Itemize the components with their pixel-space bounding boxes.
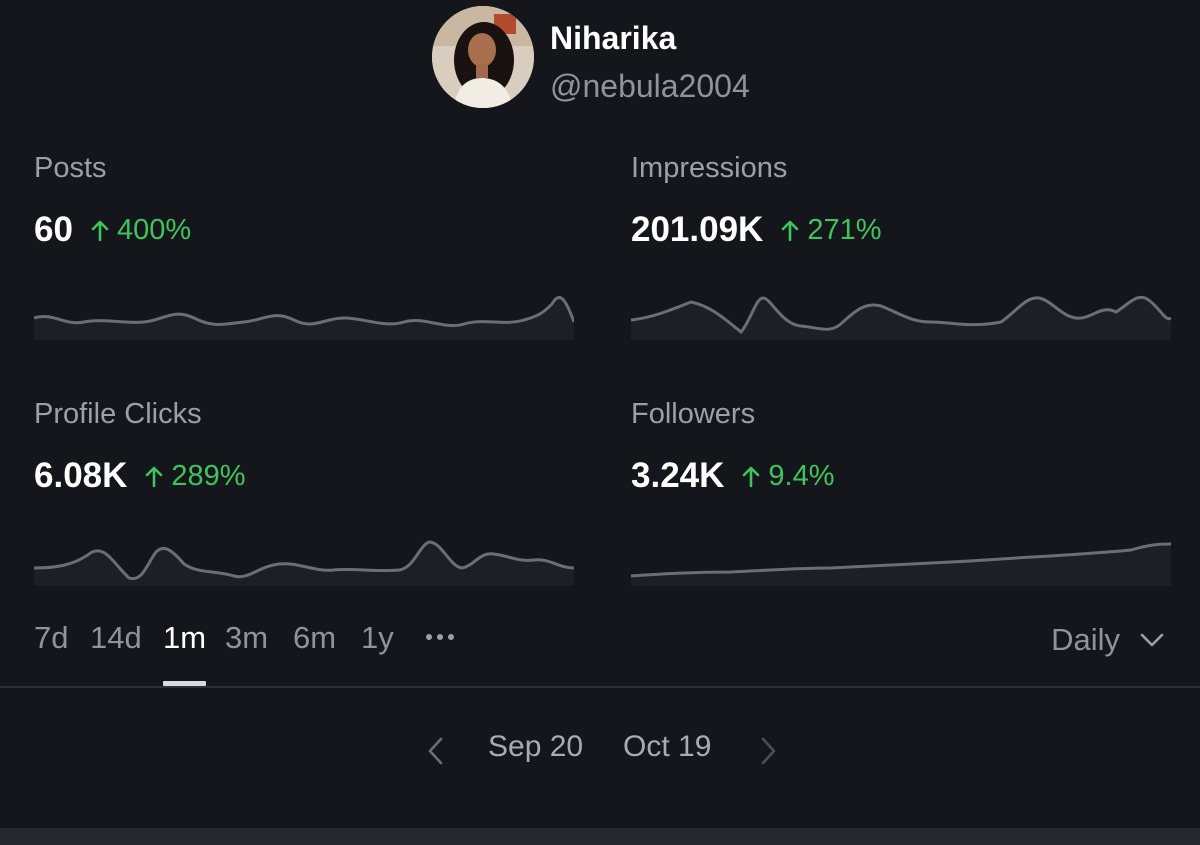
chevron-right-icon[interactable] bbox=[760, 736, 778, 766]
interval-label: Daily bbox=[1051, 622, 1120, 657]
bottom-bar bbox=[0, 828, 1200, 845]
metric-card-posts[interactable]: Posts 60 400% bbox=[34, 152, 579, 372]
more-horizontal-icon[interactable] bbox=[426, 634, 454, 640]
chevron-down-icon bbox=[1140, 633, 1164, 647]
tab-1m[interactable]: 1m bbox=[163, 620, 207, 686]
metric-change: 400% bbox=[91, 214, 191, 247]
metric-value: 6.08K bbox=[34, 456, 128, 495]
sparkline bbox=[34, 296, 574, 340]
metric-card-impressions[interactable]: Impressions 201.09K 271% bbox=[631, 152, 1176, 372]
divider bbox=[0, 686, 1200, 688]
tab-1y[interactable]: 1y bbox=[361, 620, 394, 686]
interval-select[interactable]: Daily bbox=[1051, 622, 1164, 658]
date-end: Oct 19 bbox=[623, 730, 712, 763]
chevron-left-icon[interactable] bbox=[426, 736, 444, 766]
arrow-up-icon bbox=[146, 466, 163, 487]
date-range-nav: Sep 20 Oct 19 bbox=[0, 730, 1200, 770]
tab-3m[interactable]: 3m bbox=[225, 620, 268, 686]
profile-name: Niharika bbox=[550, 20, 677, 56]
metric-value: 201.09K bbox=[631, 210, 764, 249]
sparkline bbox=[631, 295, 1171, 340]
metric-value: 60 bbox=[34, 210, 73, 249]
metric-label: Followers bbox=[631, 398, 756, 430]
metric-change: 271% bbox=[781, 214, 882, 247]
arrow-up-icon bbox=[782, 220, 799, 241]
arrow-up-icon bbox=[91, 220, 109, 241]
tab-14d[interactable]: 14d bbox=[90, 620, 142, 686]
metric-label: Profile Clicks bbox=[34, 398, 202, 430]
metric-label: Posts bbox=[34, 152, 107, 184]
date-start: Sep 20 bbox=[488, 730, 584, 763]
tab-6m[interactable]: 6m bbox=[293, 620, 336, 686]
metric-value: 3.24K bbox=[631, 456, 725, 495]
metric-card-followers[interactable]: Followers 3.24K 9.4% bbox=[631, 398, 1176, 618]
tab-7d[interactable]: 7d bbox=[34, 620, 68, 686]
profile-handle: @nebula2004 bbox=[550, 68, 750, 104]
analytics-screen: Niharika @nebula2004 Posts 60 400% Impre… bbox=[0, 0, 1200, 845]
metric-change: 9.4% bbox=[742, 460, 835, 493]
metric-label: Impressions bbox=[631, 152, 788, 184]
sparkline bbox=[34, 540, 574, 586]
avatar[interactable] bbox=[432, 6, 534, 108]
metric-change: 289% bbox=[145, 460, 246, 493]
sparkline bbox=[631, 542, 1171, 586]
arrow-up-icon bbox=[743, 466, 760, 487]
metric-card-profile-clicks[interactable]: Profile Clicks 6.08K 289% bbox=[34, 398, 579, 618]
